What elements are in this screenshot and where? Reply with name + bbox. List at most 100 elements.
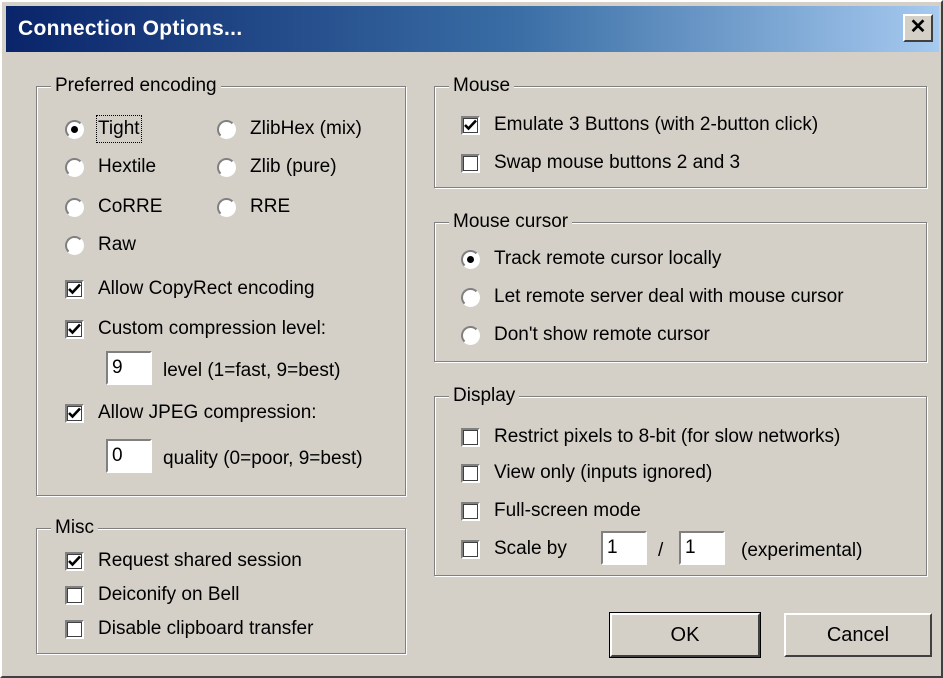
checkmark-icon (68, 407, 81, 419)
encoding-corre-radio[interactable]: CoRRE (65, 195, 162, 219)
encoding-zlibhex-label: ZlibHex (mix) (250, 118, 362, 139)
mouse-group: Mouse Emulate 3 Buttons (with 2-button c… (434, 74, 927, 188)
mouse-cursor-legend: Mouse cursor (449, 210, 573, 234)
misc-legend: Misc (51, 516, 99, 540)
emulate-3-buttons-label: Emulate 3 Buttons (with 2-button click) (494, 114, 819, 135)
checkmark-icon (68, 555, 81, 567)
checkmark-icon (464, 119, 477, 131)
compression-level-input[interactable]: 9 (106, 351, 152, 385)
radio-button (461, 249, 480, 269)
encoding-raw-radio[interactable]: Raw (65, 233, 136, 257)
emulate-3-buttons-checkbox[interactable]: Emulate 3 Buttons (with 2-button click) (461, 113, 818, 137)
close-icon: ✕ (909, 16, 927, 38)
request-shared-label: Request shared session (98, 550, 302, 571)
radio-button (217, 157, 236, 177)
checkbox (461, 539, 480, 559)
radio-dot-icon (71, 125, 78, 133)
checkbox (461, 427, 480, 447)
scale-separator: / (658, 540, 664, 561)
encoding-rre-radio[interactable]: RRE (217, 195, 290, 219)
cursor-track-locally-label: Track remote cursor locally (494, 248, 722, 269)
checkmark-icon (68, 283, 81, 295)
encoding-zlib-label: Zlib (pure) (250, 156, 337, 177)
jpeg-quality-hint: quality (0=poor, 9=best) (163, 448, 363, 469)
close-button[interactable]: ✕ (903, 14, 933, 42)
view-only-label: View only (inputs ignored) (494, 462, 713, 483)
view-only-checkbox[interactable]: View only (inputs ignored) (461, 461, 712, 485)
checkbox (65, 279, 84, 299)
checkbox (65, 403, 84, 423)
restrict-8bit-checkbox[interactable]: Restrict pixels to 8-bit (for slow netwo… (461, 425, 840, 449)
radio-button (461, 287, 480, 307)
scale-numerator-input[interactable]: 1 (601, 531, 647, 565)
radio-button (65, 119, 84, 139)
custom-compression-checkbox[interactable]: Custom compression level: (65, 317, 326, 341)
disable-clipboard-checkbox[interactable]: Disable clipboard transfer (65, 617, 313, 641)
custom-compression-label: Custom compression level: (98, 318, 327, 339)
scale-by-label: Scale by (494, 538, 567, 559)
scale-by-checkbox[interactable]: Scale by (461, 537, 567, 561)
scale-denominator-value: 1 (685, 537, 696, 558)
swap-buttons-checkbox[interactable]: Swap mouse buttons 2 and 3 (461, 151, 740, 175)
scale-experimental-note: (experimental) (741, 540, 863, 561)
encoding-rre-label: RRE (250, 196, 291, 217)
encoding-tight-radio[interactable]: Tight (65, 115, 142, 143)
encoding-hextile-radio[interactable]: Hextile (65, 155, 156, 179)
checkbox (65, 619, 84, 639)
radio-button (65, 197, 84, 217)
encoding-zlib-radio[interactable]: Zlib (pure) (217, 155, 337, 179)
encoding-tight-label: Tight (96, 115, 142, 143)
preferred-encoding-legend: Preferred encoding (51, 74, 221, 98)
full-screen-checkbox[interactable]: Full-screen mode (461, 499, 641, 523)
checkbox (461, 501, 480, 521)
scale-denominator-input[interactable]: 1 (679, 531, 725, 565)
checkbox (461, 115, 480, 135)
checkbox (461, 153, 480, 173)
title-bar[interactable]: Connection Options... ✕ (6, 6, 939, 52)
checkmark-icon (68, 323, 81, 335)
cancel-button[interactable]: Cancel (784, 613, 932, 657)
mouse-cursor-group: Mouse cursor Track remote cursor locally… (434, 210, 927, 362)
compression-level-value: 9 (112, 357, 123, 378)
mouse-legend: Mouse (449, 74, 515, 98)
encoding-corre-label: CoRRE (98, 196, 163, 217)
display-group: Display Restrict pixels to 8-bit (for sl… (434, 384, 927, 576)
misc-group: Misc Request shared session Deiconify on… (36, 516, 406, 654)
deiconify-checkbox[interactable]: Deiconify on Bell (65, 583, 240, 607)
cursor-dont-show-radio[interactable]: Don't show remote cursor (461, 323, 710, 347)
request-shared-checkbox[interactable]: Request shared session (65, 549, 302, 573)
radio-button (217, 119, 236, 139)
disable-clipboard-label: Disable clipboard transfer (98, 618, 314, 639)
encoding-hextile-label: Hextile (98, 156, 157, 177)
encoding-zlibhex-radio[interactable]: ZlibHex (mix) (217, 117, 362, 141)
full-screen-label: Full-screen mode (494, 500, 641, 521)
allow-jpeg-label: Allow JPEG compression: (98, 402, 317, 423)
deiconify-label: Deiconify on Bell (98, 584, 240, 605)
radio-dot-icon (467, 255, 474, 263)
allow-copyrect-checkbox[interactable]: Allow CopyRect encoding (65, 277, 315, 301)
connection-options-dialog: Connection Options... ✕ Preferred encodi… (0, 0, 943, 678)
encoding-raw-label: Raw (98, 234, 137, 255)
ok-button[interactable]: OK (609, 612, 761, 658)
preferred-encoding-group: Preferred encoding Tight ZlibHex (mix) H… (36, 74, 406, 496)
window-title: Connection Options... (18, 17, 243, 40)
cancel-button-label: Cancel (826, 623, 890, 646)
cursor-server-deal-label: Let remote server deal with mouse cursor (494, 286, 844, 307)
jpeg-quality-value: 0 (112, 445, 123, 466)
cursor-dont-show-label: Don't show remote cursor (494, 324, 710, 345)
checkbox (461, 463, 480, 483)
cursor-server-deal-radio[interactable]: Let remote server deal with mouse cursor (461, 285, 844, 309)
ok-button-label: OK (670, 623, 700, 646)
checkbox (65, 551, 84, 571)
checkbox (65, 585, 84, 605)
radio-button (461, 325, 480, 345)
scale-numerator-value: 1 (607, 537, 618, 558)
swap-buttons-label: Swap mouse buttons 2 and 3 (494, 152, 741, 173)
compression-level-hint: level (1=fast, 9=best) (163, 360, 341, 381)
cursor-track-locally-radio[interactable]: Track remote cursor locally (461, 247, 721, 271)
radio-button (65, 157, 84, 177)
allow-jpeg-checkbox[interactable]: Allow JPEG compression: (65, 401, 317, 425)
jpeg-quality-input[interactable]: 0 (106, 439, 152, 473)
radio-button (217, 197, 236, 217)
display-legend: Display (449, 384, 520, 408)
